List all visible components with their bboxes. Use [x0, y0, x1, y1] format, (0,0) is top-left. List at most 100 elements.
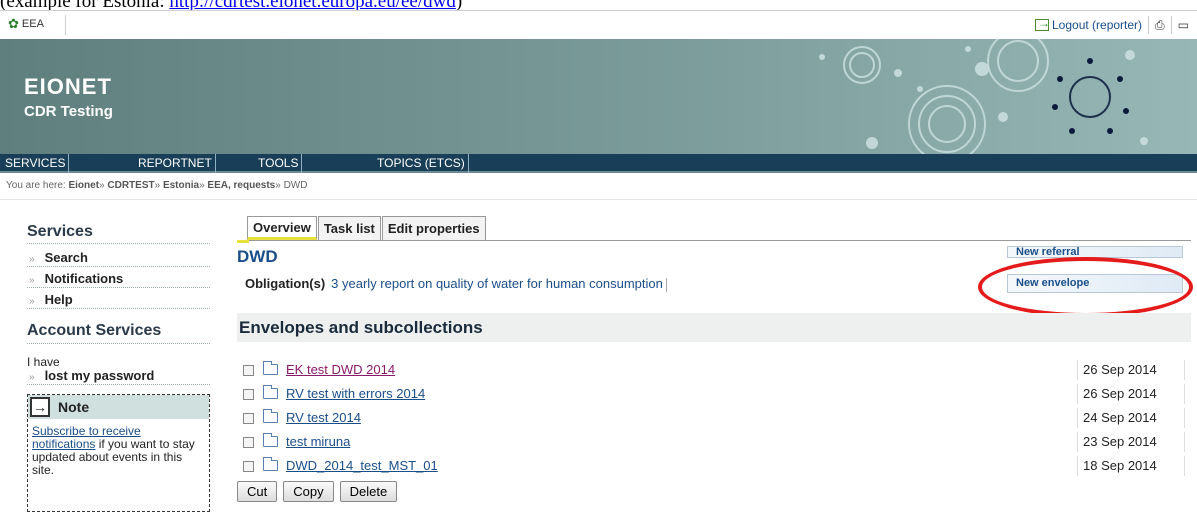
divider: [1184, 408, 1185, 428]
bullet-icon: »: [29, 296, 35, 307]
note-box: → Note Subscribe to receive notification…: [27, 394, 210, 512]
divider: [1184, 384, 1185, 404]
note-header: → Note: [28, 395, 209, 419]
note-body: Subscribe to receive notifications if yo…: [28, 419, 209, 483]
divider: [27, 343, 210, 344]
account-services-heading: Account Services: [27, 322, 162, 339]
nav-services[interactable]: SERVICES: [0, 154, 70, 173]
nav-tools[interactable]: TOOLS: [253, 154, 303, 173]
breadcrumb: You are here: Eionet» CDRTEST» Estonia» …: [6, 180, 308, 191]
row-checkbox[interactable]: [243, 389, 254, 400]
list-item: DWD_2014_test_MST_01 18 Sep 2014: [243, 456, 1187, 478]
sidebar-item-notifications[interactable]: » Notifications: [27, 271, 210, 288]
brand[interactable]: EIONET CDR Testing: [24, 74, 113, 120]
divider: [1184, 432, 1185, 452]
obligation-link[interactable]: 3 yearly report on quality of water for …: [331, 276, 663, 291]
print-icon[interactable]: ⎙: [1155, 18, 1165, 33]
divider: [665, 277, 667, 292]
logout-label: Logout (reporter): [1052, 18, 1143, 32]
list-item: RV test 2014 24 Sep 2014: [243, 408, 1187, 430]
sidebar-item-label: lost my password: [44, 368, 155, 383]
breadcrumb-item[interactable]: CDRTEST: [107, 180, 154, 191]
eea-flower-icon: ✿: [8, 16, 19, 31]
sidebar-item-search[interactable]: » Search: [27, 250, 210, 267]
divider: [1077, 384, 1078, 404]
i-have-text: I have: [27, 355, 60, 369]
divider: [1077, 456, 1078, 476]
divider: [1077, 408, 1078, 428]
tab-bar: Overview Task list Edit properties: [247, 216, 487, 240]
delete-button[interactable]: Delete: [339, 481, 398, 502]
sidebar-item-help[interactable]: » Help: [27, 292, 210, 309]
divider: [1148, 16, 1150, 34]
tab-task-list[interactable]: Task list: [317, 216, 381, 240]
envelope-date: 23 Sep 2014: [1083, 434, 1157, 449]
tab-overview[interactable]: Overview: [247, 216, 317, 240]
breadcrumb-item[interactable]: EEA, requests: [207, 180, 275, 191]
envelope-link[interactable]: DWD_2014_test_MST_01: [286, 458, 438, 473]
list-item: RV test with errors 2014 26 Sep 2014: [243, 384, 1187, 406]
action-buttons: Cut Copy Delete: [237, 481, 398, 502]
fullscreen-icon[interactable]: ▭: [1178, 18, 1189, 32]
services-heading: Services: [27, 223, 93, 240]
envelope-date: 26 Sep 2014: [1083, 386, 1157, 401]
row-checkbox[interactable]: [243, 461, 254, 472]
envelope-date: 26 Sep 2014: [1083, 362, 1157, 377]
breadcrumb-item[interactable]: Eionet: [68, 180, 99, 191]
sidebar-item-label: Notifications: [44, 271, 124, 286]
breadcrumb-item[interactable]: Estonia: [163, 180, 199, 191]
brand-title: EIONET: [24, 74, 112, 99]
site-banner: EIONET CDR Testing: [0, 39, 1197, 154]
list-item: test miruna 23 Sep 2014: [243, 432, 1187, 454]
divider: [1077, 432, 1078, 452]
divider: [65, 15, 66, 35]
brand-subtitle: CDR Testing: [24, 103, 113, 120]
sidebar-item-lost-password[interactable]: » lost my password: [27, 368, 210, 385]
bullet-icon: »: [29, 254, 35, 265]
logout-icon: [1035, 16, 1050, 31]
cut-button[interactable]: Cut: [237, 481, 278, 502]
highlight-annotation: [978, 257, 1193, 317]
page-title: DWD: [237, 247, 278, 266]
main-nav: SERVICES REPORTNET TOOLS TOPICS (ETCS): [0, 154, 1197, 173]
envelope-link[interactable]: RV test with errors 2014: [286, 386, 425, 401]
note-title: Note: [58, 399, 90, 415]
envelope-link[interactable]: EK test DWD 2014: [286, 362, 395, 377]
obligation-row: Obligation(s) 3 yearly report on quality …: [245, 276, 667, 292]
row-checkbox[interactable]: [243, 437, 254, 448]
divider: [1184, 360, 1185, 380]
divider: [1170, 16, 1172, 34]
top-utility-bar: ✿ EEA Logout (reporter) ⎙ ▭: [0, 10, 1197, 39]
envelope-link[interactable]: test miruna: [286, 434, 350, 449]
copy-button[interactable]: Copy: [283, 481, 334, 502]
arrow-right-icon: →: [30, 397, 50, 417]
folder-icon: [263, 457, 278, 471]
nav-reportnet[interactable]: REPORTNET: [133, 154, 216, 173]
nav-topics[interactable]: TOPICS (ETCS): [372, 154, 469, 173]
bullet-icon: »: [29, 275, 35, 286]
divider: [1077, 360, 1078, 380]
sidebar-item-label: Search: [44, 250, 88, 265]
bullet-icon: »: [29, 372, 35, 383]
envelope-date: 24 Sep 2014: [1083, 410, 1157, 425]
breadcrumb-prefix: You are here:: [6, 180, 66, 191]
divider: [1184, 456, 1185, 476]
sidebar-item-label: Help: [44, 292, 73, 307]
folder-icon: [263, 409, 278, 423]
envelope-date: 18 Sep 2014: [1083, 458, 1157, 473]
folder-icon: [263, 433, 278, 447]
envelope-link[interactable]: RV test 2014: [286, 410, 361, 425]
row-checkbox[interactable]: [243, 365, 254, 376]
left-sidebar: Services » Search » Notifications » Help Ac…: [0, 200, 215, 516]
obligation-label: Obligation(s): [245, 276, 326, 291]
row-checkbox[interactable]: [243, 413, 254, 424]
logout-link[interactable]: Logout (reporter): [1035, 16, 1143, 32]
eea-logo[interactable]: ✿ EEA: [8, 17, 44, 30]
divider: [27, 243, 210, 244]
top-right-tools: Logout (reporter) ⎙ ▭: [1035, 16, 1189, 34]
eea-logo-text: EEA: [21, 17, 44, 30]
divider: [237, 240, 1191, 243]
section-heading: Envelopes and subcollections: [237, 313, 1191, 342]
banner-decoration: [819, 39, 1148, 154]
tab-edit-properties[interactable]: Edit properties: [381, 216, 486, 240]
